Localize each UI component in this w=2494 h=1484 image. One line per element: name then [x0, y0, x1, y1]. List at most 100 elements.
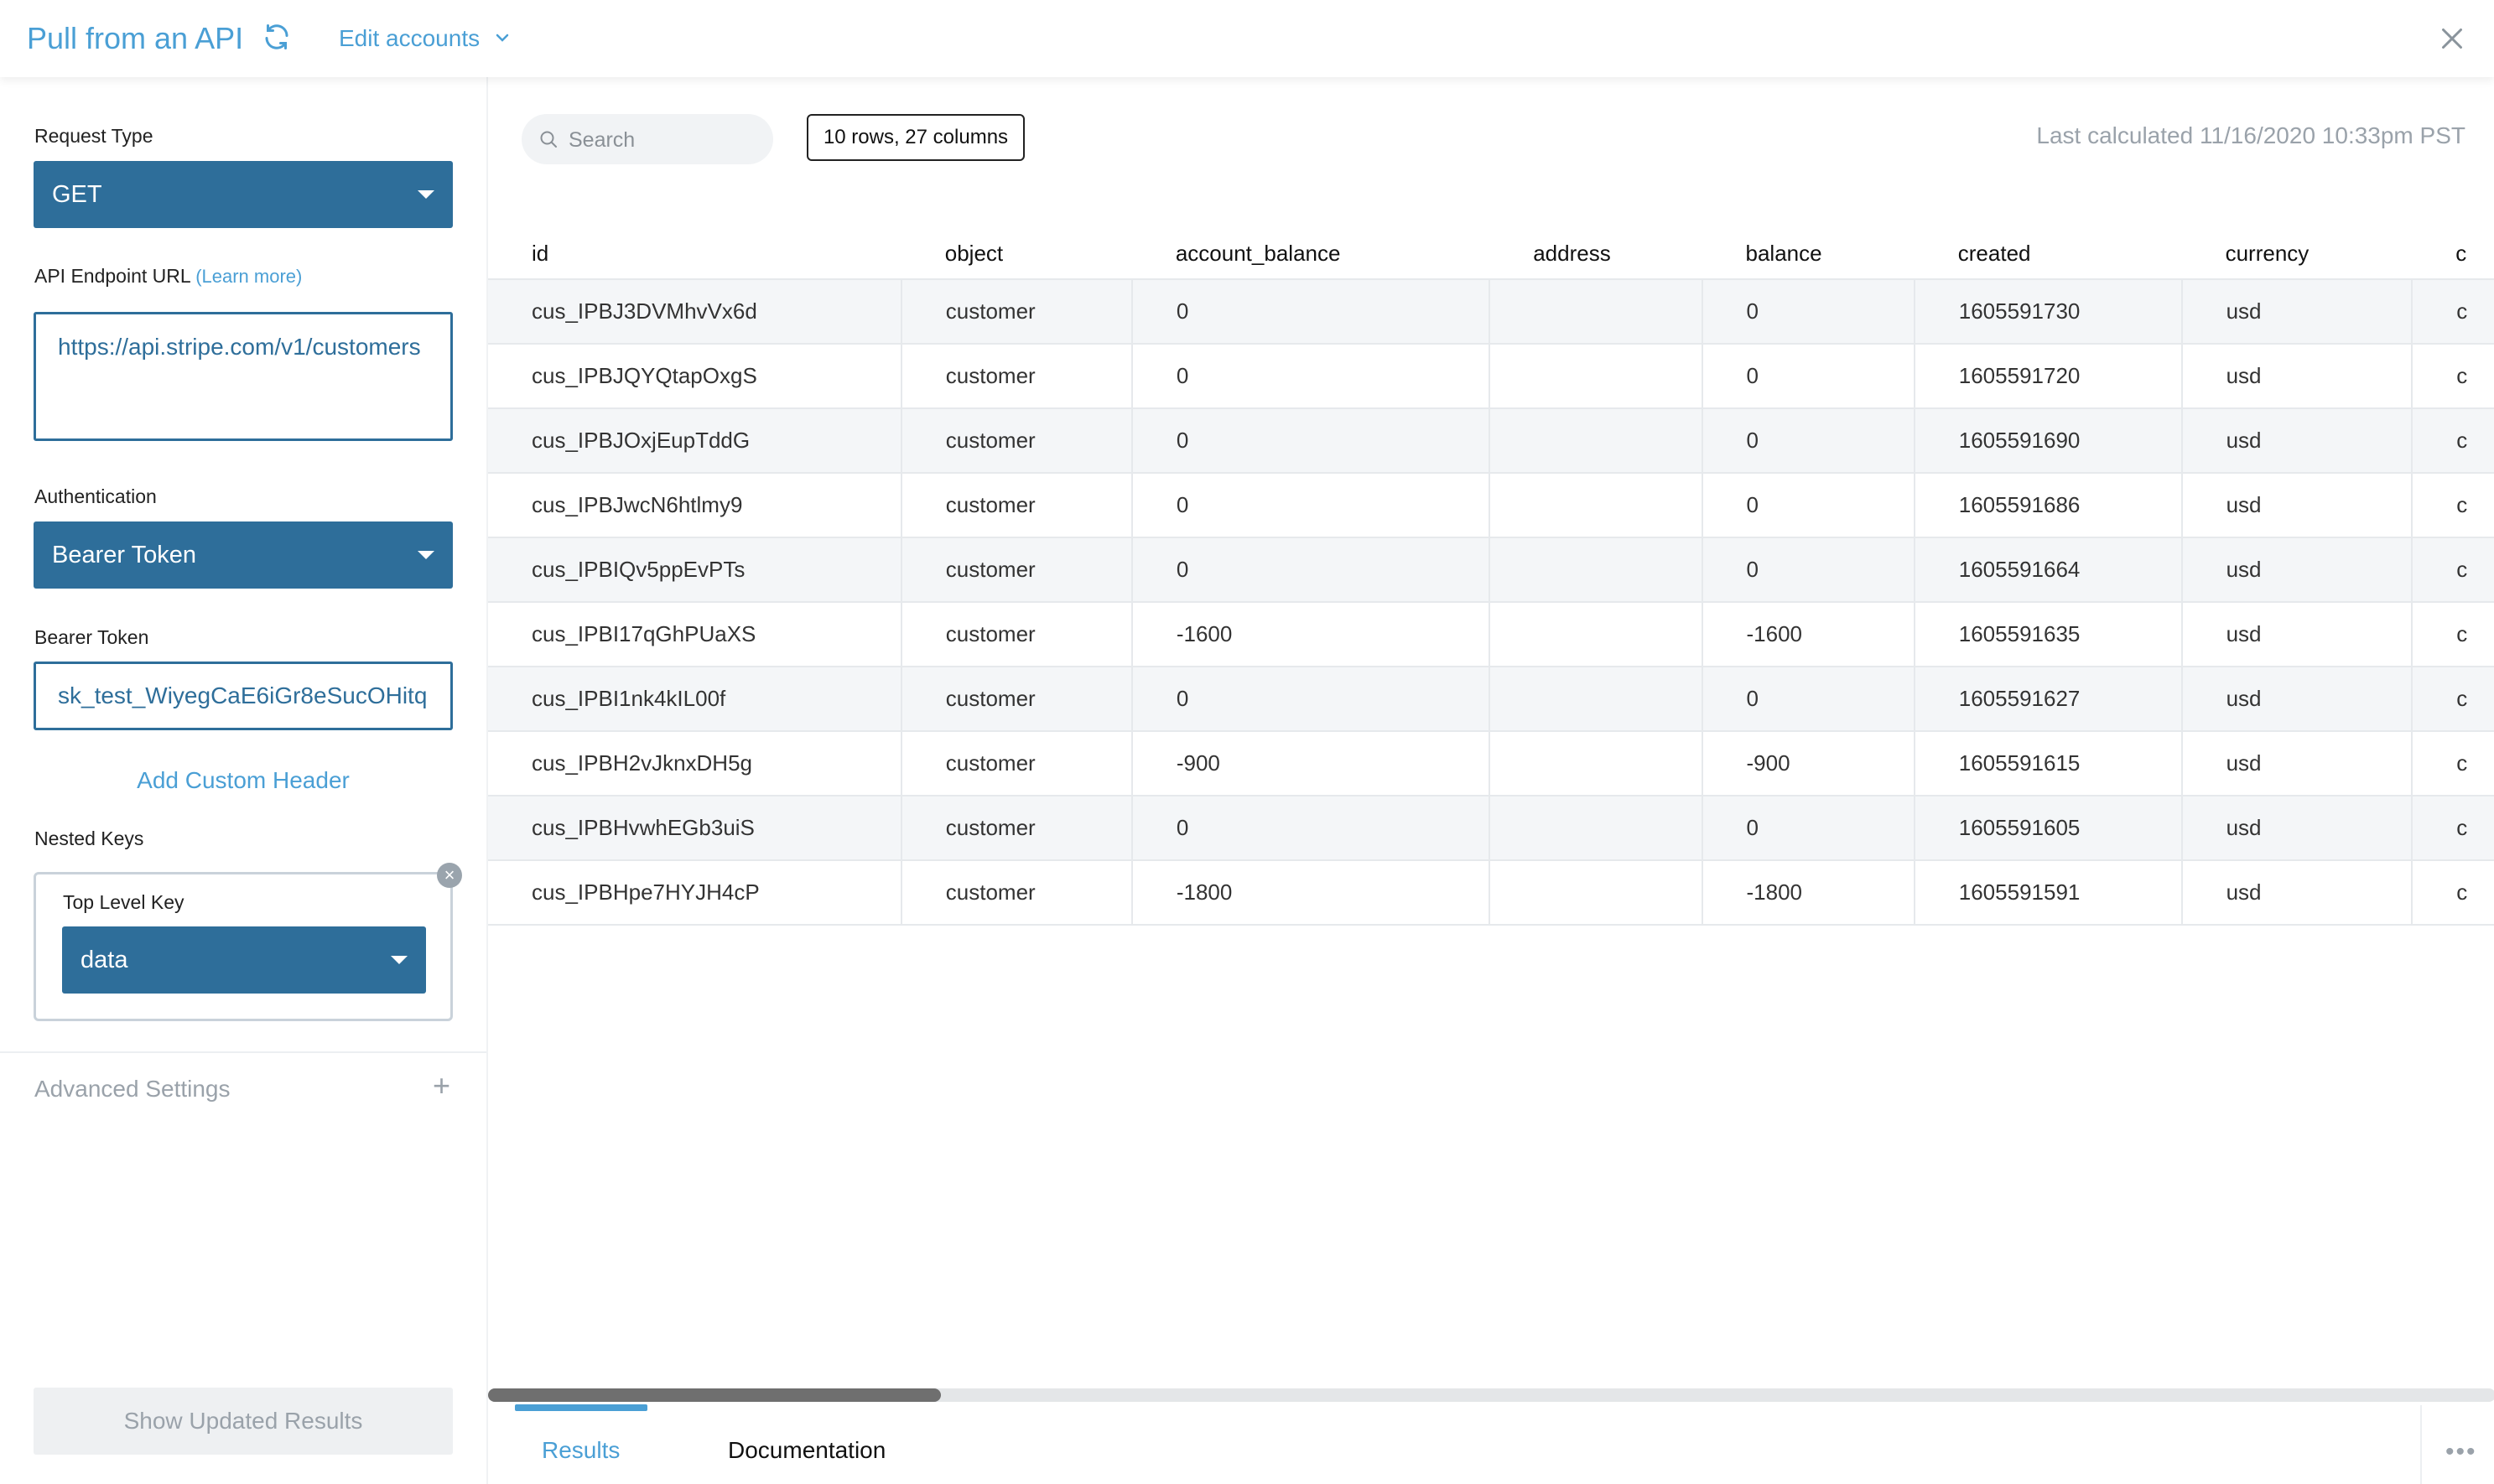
table-cell[interactable]	[1489, 278, 1703, 344]
table-cell[interactable]: cus_IPBJ3DVMhvVx6d	[488, 278, 902, 344]
table-row[interactable]: cus_IPBJ3DVMhvVx6d customer 0 0 1605591730 us…	[488, 278, 2494, 344]
tab-documentation[interactable]: Documentation	[728, 1435, 886, 1466]
scrollbar-thumb[interactable]	[488, 1388, 941, 1402]
endpoint-url-field[interactable]: https://api.stripe.com/v1/customers	[34, 312, 453, 441]
table-cell[interactable]: c	[2412, 537, 2494, 602]
table-cell[interactable]	[1489, 666, 1703, 731]
table-cell[interactable]: 0	[1131, 278, 1491, 344]
remove-nested-key-icon[interactable]: ×	[437, 863, 462, 888]
edit-accounts-link[interactable]: Edit accounts	[339, 23, 480, 54]
table-cell[interactable]: cus_IPBH2vJknxDH5g	[488, 730, 902, 796]
table-cell[interactable]: -900	[1702, 730, 1915, 796]
results-table-container[interactable]: id object account_balance address balanc…	[488, 228, 2494, 999]
table-cell[interactable]: customer	[901, 343, 1133, 408]
table-cell[interactable]: 0	[1131, 537, 1491, 602]
table-cell[interactable]: cus_IPBJOxjEupTddG	[488, 407, 902, 473]
table-row[interactable]: cus_IPBH2vJknxDH5g customer -900 -900 160559…	[488, 730, 2494, 796]
table-cell[interactable]: -1600	[1702, 601, 1915, 667]
column-header[interactable]: balance	[1702, 228, 1915, 279]
table-row[interactable]: cus_IPBJwcN6htlmy9 customer 0 0 1605591686 us…	[488, 472, 2494, 537]
table-cell[interactable]: customer	[901, 278, 1133, 344]
add-custom-header-button[interactable]: Add Custom Header	[0, 765, 486, 796]
table-cell[interactable]	[1489, 859, 1703, 926]
column-header[interactable]: c	[2412, 228, 2494, 279]
table-cell[interactable]: 0	[1131, 666, 1491, 731]
table-cell[interactable]: customer	[901, 537, 1133, 602]
table-cell[interactable]: customer	[901, 666, 1133, 731]
table-cell[interactable]: c	[2412, 278, 2494, 344]
table-cell[interactable]: -1600	[1131, 601, 1491, 667]
table-cell[interactable]: 0	[1131, 343, 1491, 408]
table-cell[interactable]: customer	[901, 601, 1133, 667]
table-cell[interactable]: cus_IPBI17qGhPUaXS	[488, 601, 902, 667]
table-cell[interactable]: 0	[1702, 407, 1915, 473]
table-cell[interactable]: usd	[2181, 795, 2413, 860]
table-cell[interactable]: c	[2412, 730, 2494, 796]
table-cell[interactable]: 0	[1702, 472, 1915, 537]
table-cell[interactable]: -1800	[1131, 859, 1491, 926]
top-level-key-select[interactable]: data	[62, 926, 426, 994]
table-cell[interactable]: usd	[2181, 601, 2413, 667]
table-cell[interactable]: cus_IPBHpe7HYJH4cP	[488, 859, 902, 926]
table-cell[interactable]: c	[2412, 666, 2494, 731]
table-cell[interactable]: cus_IPBIQv5ppEvPTs	[488, 537, 902, 602]
table-row[interactable]: cus_IPBI17qGhPUaXS customer -1600 -1600 1605…	[488, 601, 2494, 667]
table-cell[interactable]: 0	[1702, 343, 1915, 408]
table-cell[interactable]: 1605591730	[1914, 278, 2183, 344]
table-row[interactable]: cus_IPBHpe7HYJH4cP customer -1800 -1800 1605…	[488, 859, 2494, 926]
table-cell[interactable]: usd	[2181, 537, 2413, 602]
show-updated-results-button[interactable]: Show Updated Results	[34, 1388, 453, 1455]
table-cell[interactable]: customer	[901, 407, 1133, 473]
table-cell[interactable]: c	[2412, 601, 2494, 667]
column-header[interactable]: object	[901, 228, 1132, 279]
table-cell[interactable]: usd	[2181, 278, 2413, 344]
table-cell[interactable]: c	[2412, 859, 2494, 926]
table-cell[interactable]	[1489, 343, 1703, 408]
table-cell[interactable]: 1605591591	[1914, 859, 2183, 926]
table-cell[interactable]: 0	[1702, 666, 1915, 731]
table-cell[interactable]: 0	[1702, 537, 1915, 602]
table-cell[interactable]: usd	[2181, 472, 2413, 537]
table-cell[interactable]: 1605591664	[1914, 537, 2183, 602]
table-row[interactable]: cus_IPBJOxjEupTddG customer 0 0 1605591690 us…	[488, 407, 2494, 473]
table-cell[interactable]: cus_IPBJQYQtapOxgS	[488, 343, 902, 408]
table-cell[interactable]: customer	[901, 730, 1133, 796]
column-header[interactable]: currency	[2182, 228, 2413, 279]
table-cell[interactable]: c	[2412, 407, 2494, 473]
table-cell[interactable]: 0	[1131, 472, 1491, 537]
request-type-select[interactable]: GET	[34, 161, 453, 228]
table-cell[interactable]: customer	[901, 472, 1133, 537]
table-cell[interactable]: 1605591605	[1914, 795, 2183, 860]
table-cell[interactable]	[1489, 730, 1703, 796]
table-cell[interactable]: 1605591615	[1914, 730, 2183, 796]
table-cell[interactable]: 1605591720	[1914, 343, 2183, 408]
chevron-down-icon[interactable]	[492, 28, 512, 48]
table-cell[interactable]	[1489, 601, 1703, 667]
table-cell[interactable]: 1605591686	[1914, 472, 2183, 537]
table-row[interactable]: cus_IPBIQv5ppEvPTs customer 0 0 1605591664 us…	[488, 537, 2494, 602]
close-icon[interactable]	[2437, 23, 2467, 54]
table-cell[interactable]: c	[2412, 343, 2494, 408]
search-input[interactable]	[567, 114, 763, 166]
table-cell[interactable]: cus_IPBJwcN6htlmy9	[488, 472, 902, 537]
table-row[interactable]: cus_IPBHvwhEGb3uiS customer 0 0 1605591605 us…	[488, 795, 2494, 860]
table-cell[interactable]	[1489, 795, 1703, 860]
table-cell[interactable]: usd	[2181, 859, 2413, 926]
authentication-select[interactable]: Bearer Token	[34, 521, 453, 589]
column-header[interactable]: address	[1489, 228, 1702, 279]
learn-more-link[interactable]: (Learn more)	[195, 266, 302, 287]
table-cell[interactable]: usd	[2181, 730, 2413, 796]
more-options-icon[interactable]: •••	[2445, 1440, 2477, 1465]
table-cell[interactable]: c	[2412, 795, 2494, 860]
table-cell[interactable]	[1489, 407, 1703, 473]
table-cell[interactable]: 0	[1702, 278, 1915, 344]
table-cell[interactable]: 1605591690	[1914, 407, 2183, 473]
bearer-token-field[interactable]: sk_test_WiyegCaE6iGr8eSucOHitq	[34, 662, 453, 730]
table-cell[interactable]	[1489, 537, 1703, 602]
column-header[interactable]: account_balance	[1132, 228, 1489, 279]
table-cell[interactable]: cus_IPBHvwhEGb3uiS	[488, 795, 902, 860]
refresh-icon[interactable]	[262, 22, 292, 52]
search-box[interactable]	[522, 114, 773, 166]
table-cell[interactable]: 0	[1702, 795, 1915, 860]
table-cell[interactable]: -900	[1131, 730, 1491, 796]
